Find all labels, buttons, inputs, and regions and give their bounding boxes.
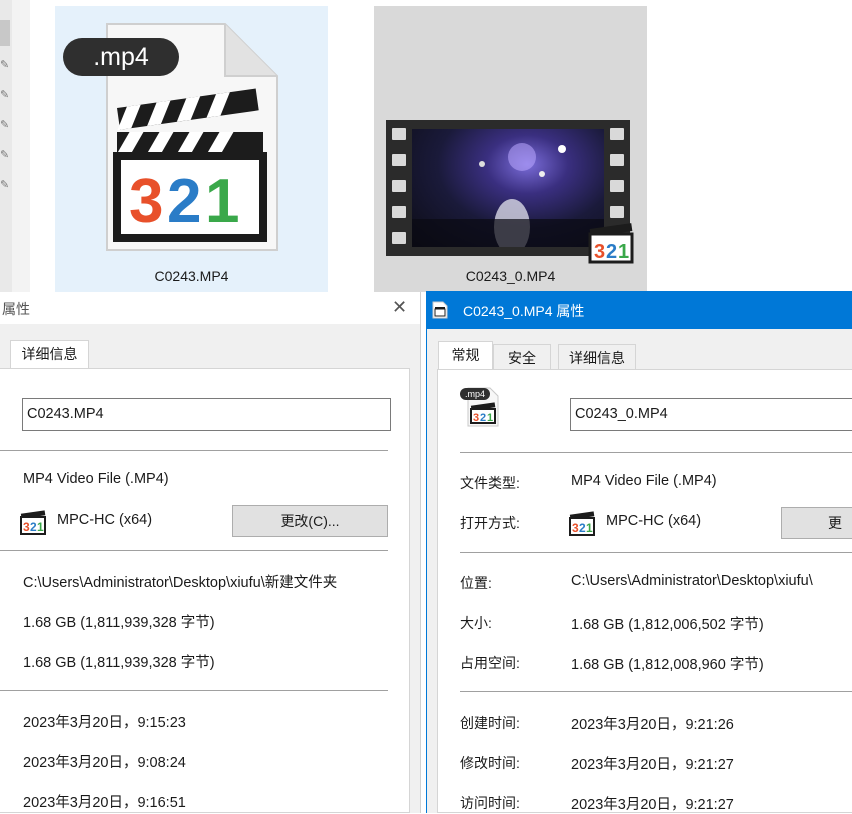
size-on-disk-value: 1.68 GB (1,811,939,328 字节) (23, 655, 215, 671)
file-tile-c0243[interactable]: 3 2 1 .mp4 C0243.MP4 (55, 6, 328, 292)
divider (460, 552, 852, 553)
location-value: C:\Users\Administrator\Desktop\xiufu\新建文… (23, 575, 338, 591)
svg-text:2: 2 (480, 412, 486, 424)
svg-text:1: 1 (618, 241, 629, 263)
explorer-view: ✎ ✎ ✎ ✎ ✎ 3 2 1 .mp4 C0243.MP4 3 2 1 C02… (0, 0, 852, 292)
svg-text:1: 1 (37, 520, 44, 534)
video-frame (412, 129, 604, 247)
mpc-hc-overlay-icon: 3 2 1 (588, 223, 634, 264)
tab-general[interactable]: 常规 (438, 341, 493, 370)
filename-field[interactable]: C0243_0.MP4 (570, 398, 852, 431)
created-value: 2023年3月20日，9:15:23 (23, 715, 186, 731)
pin-icon: ✎ (0, 119, 10, 131)
svg-text:2: 2 (167, 167, 201, 236)
svg-text:3: 3 (594, 241, 605, 263)
pin-icon: ✎ (0, 179, 10, 191)
svg-text:1: 1 (205, 167, 239, 236)
svg-text:2: 2 (30, 520, 37, 534)
file-type-label: 文件类型: (460, 475, 520, 491)
pin-icon: ✎ (0, 89, 10, 101)
dialog-title: 属性 (2, 301, 30, 317)
created-value: 2023年3月20日，9:21:26 (571, 717, 734, 733)
mp4-extension-badge: .mp4 (460, 388, 490, 400)
divider (0, 550, 388, 551)
accessed-label: 访问时间: (460, 795, 520, 811)
divider (460, 691, 852, 692)
svg-text:1: 1 (487, 412, 493, 424)
close-icon[interactable]: ✕ (392, 297, 407, 318)
svg-text:1: 1 (586, 521, 593, 535)
file-type-value: MP4 Video File (.MP4) (23, 471, 169, 487)
tab-details[interactable]: 详细信息 (558, 344, 636, 370)
divider (0, 690, 388, 691)
dialog-title-bar[interactable]: 属性 ✕ (0, 292, 420, 325)
location-label: 位置: (460, 575, 492, 591)
tab-panel: C0243.MP4 MP4 Video File (.MP4) 3 2 1 MP… (0, 368, 410, 813)
file-type-value: MP4 Video File (.MP4) (571, 473, 717, 489)
svg-text:2: 2 (606, 241, 617, 263)
mpc-hc-icon: 3 2 1 (569, 511, 595, 536)
open-with-label: 打开方式: (460, 515, 520, 531)
divider (0, 450, 388, 451)
tab-panel: 3 2 1 .mp4 C0243_0.MP4 文件类型: MP4 Video F… (437, 369, 852, 813)
svg-text:3: 3 (572, 521, 579, 535)
file-name-label: C0243.MP4 (154, 268, 229, 284)
nav-scroll-thumb[interactable] (0, 20, 10, 46)
size-on-disk-value: 1.68 GB (1,812,008,960 字节) (571, 657, 764, 673)
file-name-label: C0243_0.MP4 (465, 268, 556, 284)
open-with-value: MPC-HC (x64) (57, 512, 153, 528)
accessed-value: 2023年3月20日，9:21:27 (571, 797, 734, 813)
size-value: 1.68 GB (1,811,939,328 字节) (23, 615, 215, 631)
file-properties-icon (432, 301, 448, 319)
mp4-extension-badge: .mp4 (63, 38, 179, 76)
open-with-value: MPC-HC (x64) (606, 513, 702, 529)
size-on-disk-label: 占用空间: (460, 655, 520, 671)
accessed-value: 2023年3月20日，9:16:51 (23, 795, 186, 811)
modified-value: 2023年3月20日，9:08:24 (23, 755, 186, 771)
size-label: 大小: (460, 615, 492, 631)
change-button[interactable]: 更改 (781, 507, 852, 539)
svg-text:3: 3 (473, 412, 479, 424)
created-label: 创建时间: (460, 715, 520, 731)
filename-field[interactable]: C0243.MP4 (22, 398, 391, 431)
file-tile-c0243-0[interactable]: 3 2 1 C0243_0.MP4 (374, 6, 647, 292)
dialog-title-bar[interactable]: C0243_0.MP4 属性 (427, 291, 852, 329)
location-value: C:\Users\Administrator\Desktop\xiufu\ (571, 573, 813, 589)
pin-icon: ✎ (0, 149, 10, 161)
tab-details[interactable]: 详细信息 (10, 340, 89, 369)
modified-label: 修改时间: (460, 755, 520, 771)
size-value: 1.68 GB (1,812,006,502 字节) (571, 617, 764, 633)
divider (460, 452, 852, 453)
properties-dialog-left: 属性 ✕ 详细信息 C0243.MP4 MP4 Video File (.MP4… (0, 292, 421, 813)
svg-text:2: 2 (579, 521, 586, 535)
modified-value: 2023年3月20日，9:21:27 (571, 757, 734, 773)
svg-text:3: 3 (129, 167, 163, 236)
change-button[interactable]: 更改(C)... (232, 505, 388, 537)
dialog-title: C0243_0.MP4 属性 (463, 303, 585, 319)
pin-icon: ✎ (0, 59, 10, 71)
properties-dialog-right: C0243_0.MP4 属性 常规 安全 详细信息 3 2 1 .mp4 C02… (426, 291, 852, 813)
svg-text:3: 3 (23, 520, 30, 534)
tab-security[interactable]: 安全 (493, 344, 551, 370)
mpc-hc-icon: 3 2 1 (20, 510, 46, 535)
